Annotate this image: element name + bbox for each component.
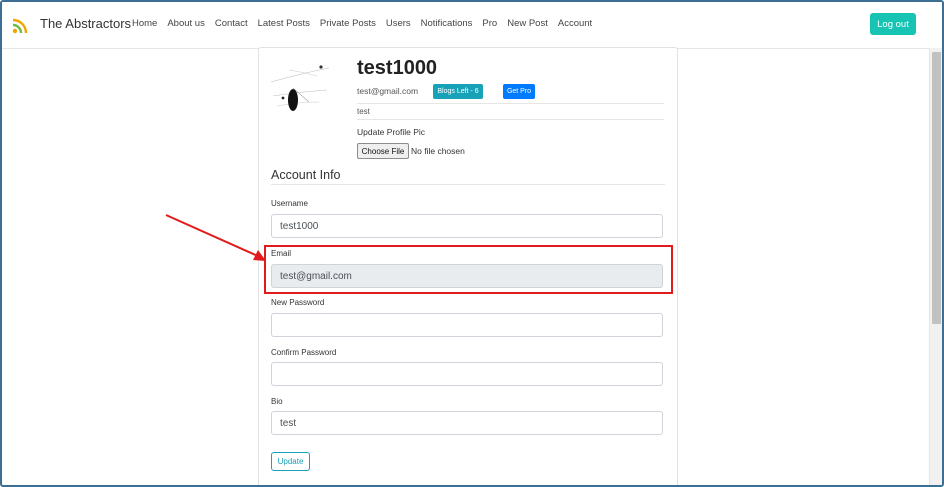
nav-contact[interactable]: Contact: [215, 18, 248, 29]
nav-private-posts[interactable]: Private Posts: [320, 18, 376, 29]
divider: [357, 103, 664, 104]
divider: [357, 119, 664, 120]
profile-email: test@gmail.com: [357, 86, 419, 96]
profile-bio: test: [357, 107, 370, 116]
email-highlight-box: [264, 245, 673, 294]
nav-account[interactable]: Account: [558, 18, 592, 29]
navbar: The Abstractors Home About us Contact Lates…: [2, 2, 942, 49]
rss-icon[interactable]: [12, 16, 30, 34]
update-profile-pic-label: Update Profile Pic: [357, 127, 426, 137]
nav-new-post[interactable]: New Post: [507, 18, 548, 29]
logout-button[interactable]: Log out: [870, 13, 916, 35]
username-field[interactable]: test1000: [271, 214, 663, 238]
account-info-heading: Account Info: [271, 168, 341, 182]
bio-field[interactable]: test: [271, 411, 663, 435]
profile-avatar: [270, 65, 330, 111]
new-password-field[interactable]: [271, 313, 663, 337]
browser-frame: The Abstractors Home About us Contact Lates…: [0, 0, 944, 487]
blogs-left-badge[interactable]: Blogs Left - 6: [433, 84, 483, 99]
scrollbar-thumb[interactable]: [932, 52, 941, 324]
nav-notifications[interactable]: Notifications: [421, 18, 473, 29]
choose-file-button[interactable]: Choose File: [357, 143, 409, 159]
nav-home[interactable]: Home: [132, 18, 157, 29]
main-nav: Home About us Contact Latest Posts Private P…: [132, 18, 602, 29]
no-file-chosen-text: No file chosen: [411, 146, 465, 156]
get-pro-button[interactable]: Get Pro: [503, 84, 535, 99]
page-scrollbar[interactable]: [929, 48, 942, 485]
nav-pro[interactable]: Pro: [482, 18, 497, 29]
nav-users[interactable]: Users: [386, 18, 411, 29]
confirm-password-label: Confirm Password: [271, 348, 337, 357]
confirm-password-field[interactable]: [271, 362, 663, 386]
nav-about-us[interactable]: About us: [167, 18, 205, 29]
update-button[interactable]: Update: [271, 452, 310, 471]
profile-username: test1000: [357, 57, 438, 79]
nav-latest-posts[interactable]: Latest Posts: [258, 18, 310, 29]
bio-label: Bio: [271, 397, 283, 406]
new-password-label: New Password: [271, 298, 325, 307]
brand-name[interactable]: The Abstractors: [40, 16, 131, 31]
username-label: Username: [271, 199, 308, 208]
annotation-arrow-icon: [165, 214, 266, 261]
divider: [271, 184, 665, 185]
